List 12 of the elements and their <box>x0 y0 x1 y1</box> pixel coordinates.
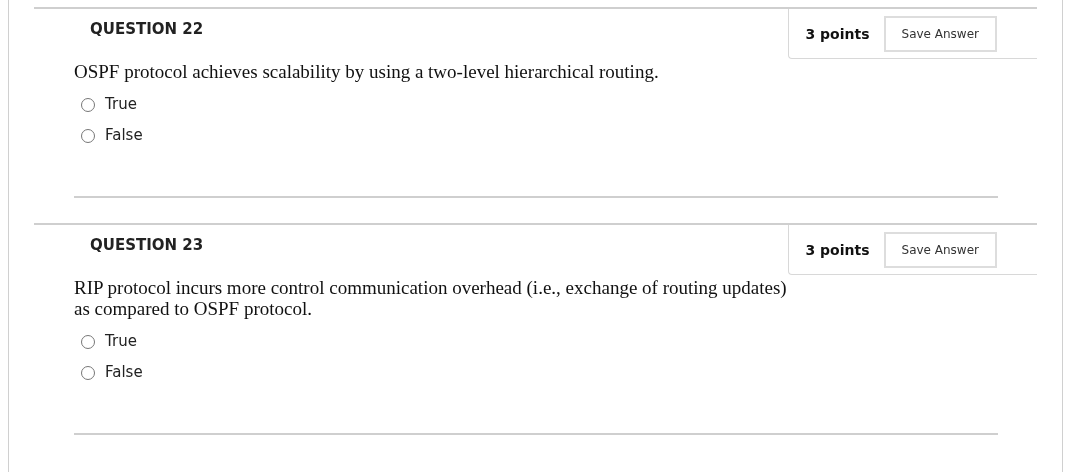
question-text: OSPF protocol achieves scalability by using a two-level hierarchical routing. <box>74 61 660 82</box>
option-label[interactable]: False <box>105 125 143 144</box>
option-label[interactable]: False <box>105 362 143 381</box>
option-label[interactable]: True <box>105 331 137 350</box>
question-title: QUESTION 22 <box>89 19 204 38</box>
question-text: RIP protocol incurs more control communication overhead (i.e., exchange of routing updates) as compared to OSPF protocol. <box>74 277 788 319</box>
question-title: QUESTION 23 <box>89 235 204 254</box>
points-label: 3 points <box>805 25 870 42</box>
save-answer-button[interactable]: Save Answer <box>883 15 997 52</box>
save-answer-button[interactable]: Save Answer <box>883 231 997 268</box>
option-label[interactable]: True <box>105 94 137 113</box>
points-label: 3 points <box>805 241 870 258</box>
